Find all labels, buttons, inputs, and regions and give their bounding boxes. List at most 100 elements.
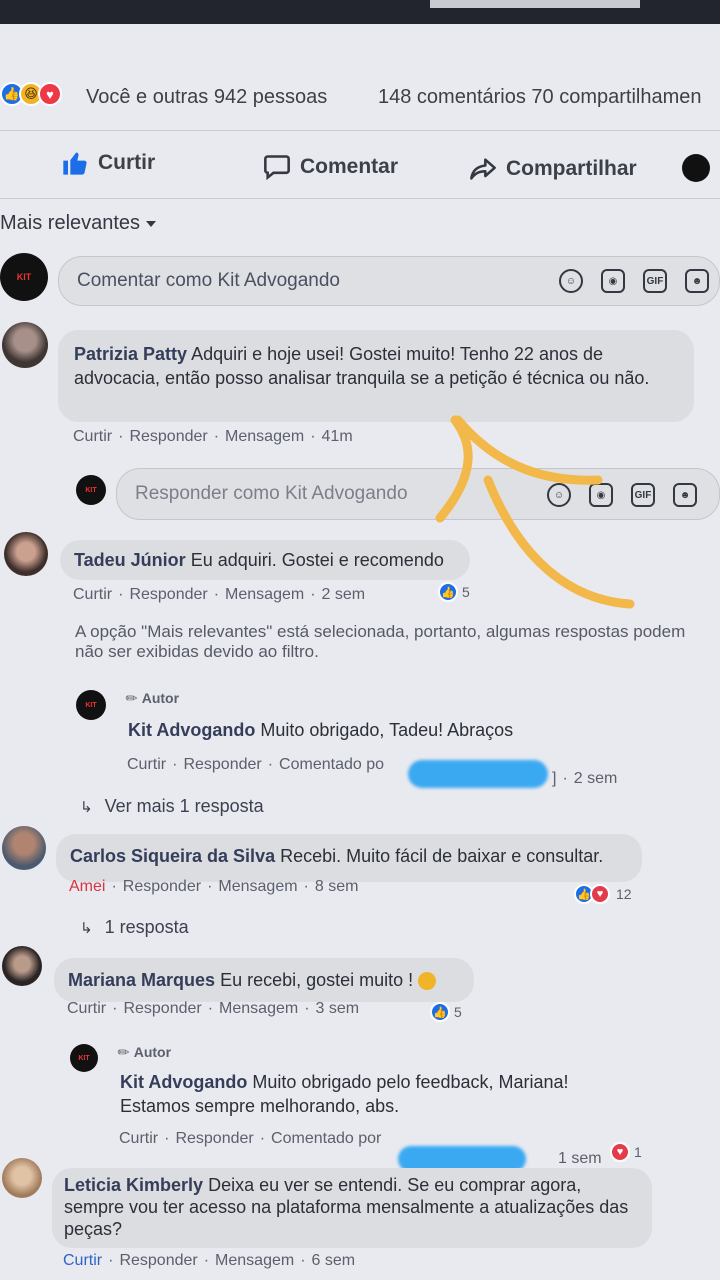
sort-label: Mais relevantes [0,212,141,234]
reply-link[interactable]: Responder [183,756,261,773]
pencil-icon: ✎ [113,1042,134,1062]
reactions-summary[interactable]: Você e outras 942 pessoas [86,86,327,109]
kit-avatar: KIT [70,1044,98,1072]
emoji-icon[interactable]: ☺ [547,483,571,507]
gif-icon[interactable]: GIF [631,483,655,507]
avatar[interactable] [2,826,46,870]
like-button[interactable]: Curtir [60,148,155,178]
comment-actions: Curtir · Responder · Mensagem · 3 sem [67,1000,360,1017]
comment-author[interactable]: Carlos Siqueira da Silva [70,846,275,866]
like-link[interactable]: Curtir [119,1130,158,1147]
comment-time[interactable]: 2 sem [322,586,366,603]
reply-link[interactable]: Responder [175,1130,253,1147]
like-link[interactable]: Curtir [73,586,112,603]
reaction-count[interactable]: 👍 ♥ 12 [574,884,632,904]
message-link[interactable]: Mensagem [225,586,304,603]
reaction-icons[interactable]: 👍 😆 ♥ [0,82,62,106]
comment-text: Recebi. Muito fácil de baixar e consulta… [280,846,604,866]
divider [0,198,720,199]
message-link[interactable]: Mensagem [219,1000,298,1017]
message-link[interactable]: Mensagem [218,878,297,895]
comment-bubble: Mariana Marques Eu recebi, gostei muito … [54,958,474,1002]
reply-time[interactable]: 2 sem [574,770,618,787]
reply-bubble: Kit Advogando Muito obrigado pelo feedba… [120,1070,620,1118]
view-replies-label: 1 resposta [104,917,189,937]
caret-down-icon [146,220,157,227]
reaction-count-value: 1 [634,1144,642,1160]
author-badge-label: Autor [133,1044,172,1060]
reply-actions: Curtir · Responder · Comentado por [119,1130,382,1147]
comment-time[interactable]: 3 sem [316,1000,360,1017]
smile-emoji-icon [418,972,437,991]
commented-by: Comentado por [271,1130,382,1147]
reply-link[interactable]: Responder [119,1252,197,1269]
page-avatar-icon[interactable] [682,154,710,182]
reaction-count[interactable]: ♥ 1 [610,1142,642,1162]
reply-time-wrap: ] · 2 sem [552,770,618,787]
reaction-count[interactable]: 👍 5 [430,1002,462,1022]
like-link[interactable]: Curtir [73,428,112,445]
message-link[interactable]: Mensagem [225,428,304,445]
reply-author[interactable]: Kit Advogando [120,1072,247,1092]
view-more-replies[interactable]: ↳ Ver mais 1 resposta [80,796,264,817]
gif-icon[interactable]: GIF [643,269,667,293]
comment-input[interactable]: Comentar como Kit Advogando ☺ ◉ GIF ☻ [58,256,720,306]
reply-input[interactable]: Responder como Kit Advogando ☺ ◉ GIF ☻ [116,468,720,520]
reply-text: Muito obrigado, Tadeu! Abraços [260,720,514,740]
comment-time[interactable]: 41m [322,428,353,445]
camera-icon[interactable]: ◉ [601,269,625,293]
pencil-icon: ✎ [121,688,142,708]
comment-actions: Curtir · Responder · Mensagem · 41m [73,428,353,445]
comment-author[interactable]: Mariana Marques [68,970,215,990]
reply-input-placeholder: Responder como Kit Advogando [135,483,408,504]
avatar[interactable] [2,946,42,986]
comment-bubble-icon [262,152,292,182]
comment-actions: Curtir · Responder · Mensagem · 2 sem [73,586,366,603]
comment-time[interactable]: 8 sem [315,878,359,895]
share-label: Compartilhar [506,157,637,180]
view-more-replies-label: Ver mais 1 resposta [104,796,264,816]
share-arrow-icon [468,154,498,184]
view-replies[interactable]: ↳ 1 resposta [80,917,189,938]
comment-label: Comentar [300,155,399,178]
reply-author[interactable]: Kit Advogando [128,720,255,740]
comment-author[interactable]: Patrizia Patty [74,344,187,364]
author-badge: ✎Autor [122,688,179,708]
reaction-count-value: 5 [454,1004,462,1020]
thumbs-up-icon [60,148,90,178]
filter-notice: A opção "Mais relevantes" está seleciona… [75,622,686,661]
avatar[interactable] [2,322,48,368]
reply-link[interactable]: Responder [129,586,207,603]
like-link[interactable]: Curtir [67,1000,106,1017]
love-reaction-icon: ♥ [590,884,610,904]
comment-author[interactable]: Leticia Kimberly [64,1175,203,1195]
comment-bubble: Carlos Siqueira da Silva Recebi. Muito f… [56,834,642,882]
avatar[interactable] [4,532,48,576]
reply-link[interactable]: Responder [123,878,201,895]
comment-author[interactable]: Tadeu Júnior [74,550,186,570]
comment-time[interactable]: 6 sem [312,1252,356,1269]
reply-time[interactable]: 1 sem [558,1150,602,1167]
sticker-icon[interactable]: ☻ [673,483,697,507]
reply-link[interactable]: Responder [123,1000,201,1017]
comment-button[interactable]: Comentar [262,152,398,182]
camera-icon[interactable]: ◉ [589,483,613,507]
sticker-icon[interactable]: ☻ [685,269,709,293]
comment-actions: Curtir · Responder · Mensagem · 6 sem [63,1252,356,1269]
like-reaction-icon: 👍 [430,1002,450,1022]
message-link[interactable]: Mensagem [215,1252,294,1269]
reply-link[interactable]: Responder [129,428,207,445]
kit-avatar: KIT [76,475,106,505]
sort-dropdown[interactable]: Mais relevantes [0,212,157,235]
avatar[interactable] [2,1158,42,1198]
like-link[interactable]: Curtir [127,756,166,773]
commented-by: Comentado po [279,756,385,773]
like-link[interactable]: Curtir [63,1252,102,1269]
comments-shares-count[interactable]: 148 comentários 70 compartilhamen [378,86,702,109]
share-button[interactable]: Compartilhar [468,154,637,184]
emoji-icon[interactable]: ☺ [559,269,583,293]
reply-bubble: Kit Advogando Muito obrigado, Tadeu! Abr… [128,718,688,742]
reaction-count[interactable]: 👍 5 [438,582,470,602]
redaction-mark [408,760,548,788]
loved-link[interactable]: Amei [69,878,105,895]
